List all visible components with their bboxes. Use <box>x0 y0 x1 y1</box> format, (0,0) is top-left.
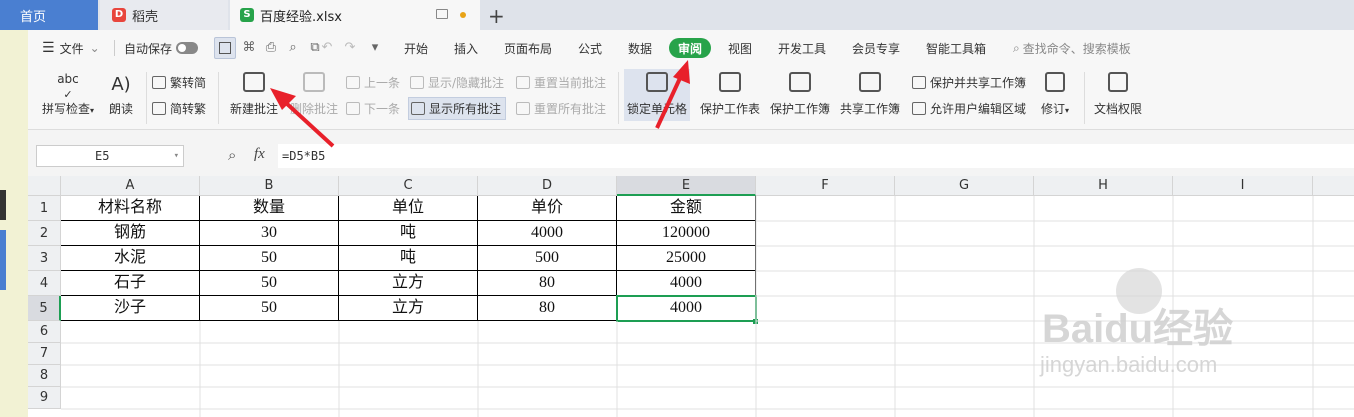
spreadsheet-window: 首页 D 稻壳 S 百度经验.xlsx + ☰ 文件 ⌄ 自动保存 ⌘ ⎙ ⌕ ⧉ … <box>0 0 1354 417</box>
arrow-to-new-comment-icon <box>270 88 335 148</box>
annotation-arrows <box>270 60 690 148</box>
arrow-to-review-tab-icon <box>655 60 690 129</box>
